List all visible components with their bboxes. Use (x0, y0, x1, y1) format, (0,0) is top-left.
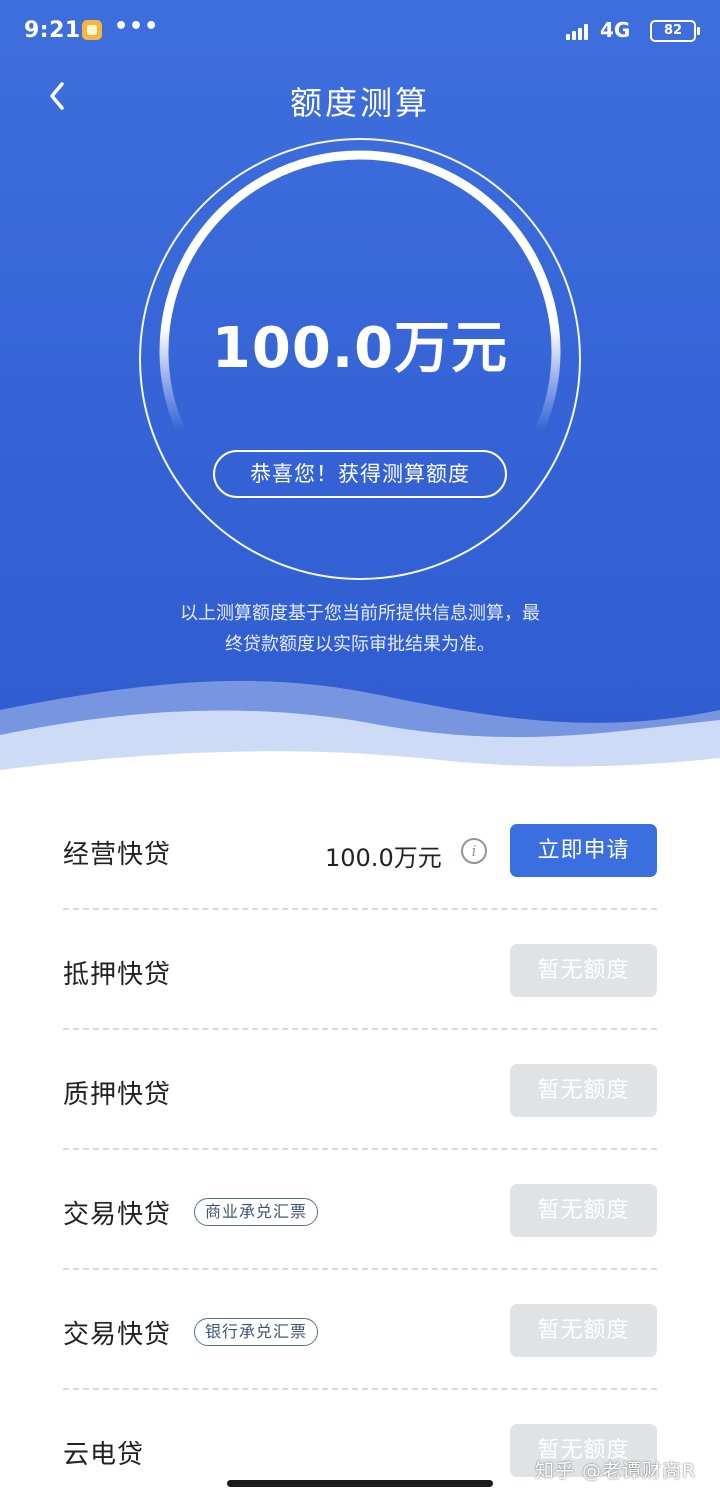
product-tag: 银行承兑汇票 (194, 1318, 319, 1346)
list-item: 经营快贷 100.0万元 i 立即申请 (63, 790, 657, 910)
hero-banner: 9:21 ••• 4G 82 额度测算 100.0万元 恭喜您！获得测算额度 以… (0, 0, 720, 790)
status-time: 9:21 (24, 18, 81, 43)
list-item: 交易快贷 商业承兑汇票 暂无额度 (63, 1150, 657, 1270)
product-name: 交易快贷 (63, 1320, 172, 1350)
network-type: 4G (600, 18, 631, 42)
watermark: 知乎 @老谭财商R (535, 1460, 697, 1482)
page-title: 额度测算 (289, 84, 430, 122)
apply-now-button[interactable]: 立即申请 (510, 824, 657, 877)
list-item: 交易快贷 银行承兑汇票 暂无额度 (63, 1270, 657, 1390)
no-quota-button: 暂无额度 (510, 1304, 657, 1357)
signal-icon (566, 22, 592, 40)
disclaimer-line: 以上测算额度基于您当前所提供信息测算，最 (180, 603, 540, 624)
battery-level: 82 (663, 23, 683, 38)
wave-decoration (0, 680, 720, 790)
product-name: 经营快贷 (63, 840, 172, 870)
estimated-amount: 100.0万元 (211, 316, 509, 381)
product-tag: 商业承兑汇票 (194, 1198, 319, 1226)
no-quota-button: 暂无额度 (510, 1184, 657, 1237)
info-icon[interactable]: i (461, 838, 487, 864)
product-amount: 100.0万元 (325, 844, 442, 872)
congrats-badge: 恭喜您！获得测算额度 (213, 450, 507, 498)
notification-app-icon (82, 20, 102, 40)
home-indicator[interactable] (227, 1480, 493, 1487)
product-name: 抵押快贷 (63, 960, 172, 990)
battery-icon: 82 (650, 20, 700, 42)
credit-gauge: 100.0万元 恭喜您！获得测算额度 (136, 135, 584, 583)
status-bar: 9:21 ••• 4G 82 (0, 0, 720, 64)
list-item: 质押快贷 暂无额度 (63, 1030, 657, 1150)
list-item: 抵押快贷 暂无额度 (63, 910, 657, 1030)
product-name: 交易快贷 (63, 1200, 172, 1230)
product-name: 质押快贷 (63, 1080, 172, 1110)
no-quota-button: 暂无额度 (510, 1064, 657, 1117)
no-quota-button: 暂无额度 (510, 944, 657, 997)
more-notifications-icon: ••• (114, 14, 160, 39)
product-name: 云电贷 (63, 1440, 145, 1470)
